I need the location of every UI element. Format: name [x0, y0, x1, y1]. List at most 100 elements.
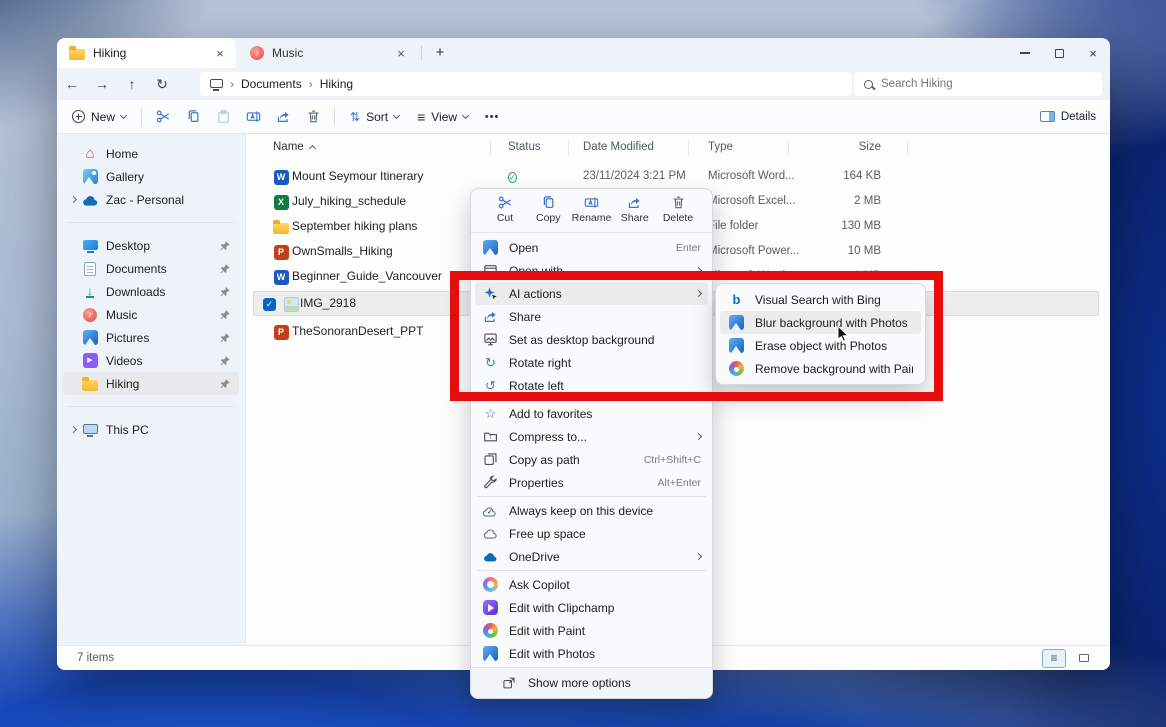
menu-item-onedrive[interactable]: OneDrive [475, 545, 708, 568]
delete-button[interactable] [298, 103, 328, 131]
sidebar-item-downloads[interactable]: ↓ Downloads [63, 280, 239, 303]
chevron-right-icon[interactable] [70, 426, 77, 433]
sidebar-item-gallery[interactable]: Gallery [63, 165, 239, 188]
menu-item-set-desktop-background[interactable]: Set as desktop background [475, 328, 708, 351]
menu-item-rotate-right[interactable]: ↻ Rotate right [475, 351, 708, 374]
plus-icon [72, 110, 85, 123]
copy-command[interactable]: Copy [528, 195, 568, 224]
column-header-name[interactable]: Name [273, 141, 315, 153]
share-button[interactable] [268, 103, 298, 131]
sidebar-item-videos[interactable]: ▶ Videos [63, 349, 239, 372]
cut-command[interactable]: Cut [485, 195, 525, 224]
new-button[interactable]: New [63, 103, 135, 131]
submenu-item-remove-background-paint[interactable]: Remove background with Paint [720, 357, 921, 380]
sidebar-item-home[interactable]: ⌂ Home [63, 142, 239, 165]
sidebar-item-onedrive-personal[interactable]: Zac - Personal [63, 188, 239, 211]
breadcrumb-hiking[interactable]: Hiking [320, 77, 353, 91]
clipchamp-icon [483, 600, 498, 615]
sidebar-divider [67, 406, 235, 407]
menu-item-edit-with-photos[interactable]: Edit with Photos [475, 642, 708, 665]
file-row-mount-seymour[interactable]: W Mount Seymour Itinerary ✓ 23/11/2024 3… [246, 164, 1110, 189]
paste-button[interactable] [208, 103, 238, 131]
view-button[interactable]: ≡ View [408, 103, 477, 131]
maximize-button[interactable] [1042, 38, 1076, 68]
search-icon [864, 80, 873, 89]
sidebar-item-pictures[interactable]: Pictures [63, 326, 239, 349]
desktop: { "colors": {"accent": "#0067c0", "highl… [0, 0, 1166, 727]
forward-button[interactable]: → [87, 76, 117, 92]
sort-ascending-icon [309, 145, 316, 152]
menu-item-compress-to[interactable]: Compress to... [475, 425, 708, 448]
column-divider[interactable] [490, 140, 491, 155]
menu-item-ai-actions[interactable]: AI actions [475, 282, 708, 305]
menu-item-always-keep-on-device[interactable]: ✓ Always keep on this device [475, 499, 708, 522]
tab-hiking[interactable]: Hiking × [57, 38, 236, 68]
more-options-button[interactable]: ••• [477, 103, 507, 131]
tab-strip: Hiking × ♪ Music × + × [57, 38, 1110, 68]
sidebar-item-desktop[interactable]: Desktop [63, 234, 239, 257]
sidebar-item-this-pc[interactable]: This PC [63, 418, 239, 441]
submenu-item-visual-search-bing[interactable]: b Visual Search with Bing [720, 288, 921, 311]
menu-item-properties[interactable]: Properties Alt+Enter [475, 471, 708, 494]
menu-item-add-to-favorites[interactable]: ☆ Add to favorites [475, 402, 708, 425]
sidebar-item-documents[interactable]: Documents [63, 257, 239, 280]
bing-icon: b [733, 293, 741, 306]
menu-item-open-with[interactable]: Open with [475, 259, 708, 282]
context-menu-command-bar: Cut Copy Rename Share Delete [471, 189, 712, 233]
share-command[interactable]: Share [615, 195, 655, 224]
back-button[interactable]: ← [57, 76, 87, 92]
menu-item-copy-as-path[interactable]: Copy as path Ctrl+Shift+C [475, 448, 708, 471]
thumbnail-view-button[interactable] [1072, 649, 1096, 668]
menu-item-edit-with-paint[interactable]: Edit with Paint [475, 619, 708, 642]
tab-close-icon[interactable]: × [212, 46, 228, 61]
submenu-item-erase-object-photos[interactable]: Erase object with Photos [720, 334, 921, 357]
new-tab-button[interactable]: + [429, 42, 451, 64]
delete-command[interactable]: Delete [658, 195, 698, 224]
column-header-date-modified[interactable]: Date Modified [583, 141, 654, 153]
breadcrumb[interactable]: › Documents › Hiking [200, 72, 852, 96]
column-header-status[interactable]: Status [508, 141, 541, 153]
rename-button[interactable] [238, 103, 268, 131]
file-type: Microsoft Excel... [708, 195, 796, 207]
column-divider[interactable] [688, 140, 689, 155]
menu-item-show-more-options[interactable]: Show more options [471, 667, 712, 698]
desktop-background-icon [483, 332, 498, 347]
this-pc-icon [83, 424, 98, 434]
column-divider[interactable] [568, 140, 569, 155]
up-button[interactable]: ↑ [117, 76, 147, 92]
breadcrumb-documents[interactable]: Documents [241, 77, 302, 91]
details-pane-button[interactable]: Details [1040, 111, 1110, 123]
chevron-right-icon[interactable] [70, 196, 77, 203]
minimize-button[interactable] [1008, 38, 1042, 68]
column-divider[interactable] [788, 140, 789, 155]
menu-item-rotate-left[interactable]: ↺ Rotate left [475, 374, 708, 397]
refresh-button[interactable]: ↻ [147, 76, 177, 93]
sort-button[interactable]: ⇅ Sort [341, 103, 408, 131]
menu-item-ask-copilot[interactable]: Ask Copilot [475, 573, 708, 596]
submenu-item-blur-background-photos[interactable]: Blur background with Photos [720, 311, 921, 334]
command-toolbar: New ⇅ Sort ≡ View ••• Details [57, 100, 1110, 134]
column-divider[interactable] [907, 140, 908, 155]
checkbox-checked[interactable]: ✓ [263, 298, 276, 311]
cloud-check-icon: ✓ [482, 504, 499, 518]
copy-button[interactable] [178, 103, 208, 131]
menu-item-edit-with-clipchamp[interactable]: Edit with Clipchamp [475, 596, 708, 619]
sidebar-item-music[interactable]: ♪ Music [63, 303, 239, 326]
sidebar-item-hiking[interactable]: Hiking [63, 372, 239, 395]
column-header-size[interactable]: Size [859, 141, 881, 153]
menu-item-free-up-space[interactable]: Free up space [475, 522, 708, 545]
chevron-right-icon [695, 553, 702, 560]
menu-item-share[interactable]: Share [475, 305, 708, 328]
copy-as-path-icon [483, 452, 498, 467]
star-icon: ☆ [485, 407, 497, 420]
details-view-button[interactable]: ≡ [1042, 649, 1066, 668]
cut-button[interactable] [148, 103, 178, 131]
tab-close-icon[interactable]: × [393, 46, 409, 61]
column-header-type[interactable]: Type [708, 141, 733, 153]
tab-music[interactable]: ♪ Music × [238, 38, 417, 68]
rename-command[interactable]: Rename [572, 195, 612, 224]
menu-item-open[interactable]: Open Enter [475, 236, 708, 259]
search-box[interactable]: Search Hiking [854, 72, 1102, 96]
close-button[interactable]: × [1076, 38, 1110, 68]
desktop-folder-icon [83, 240, 98, 250]
